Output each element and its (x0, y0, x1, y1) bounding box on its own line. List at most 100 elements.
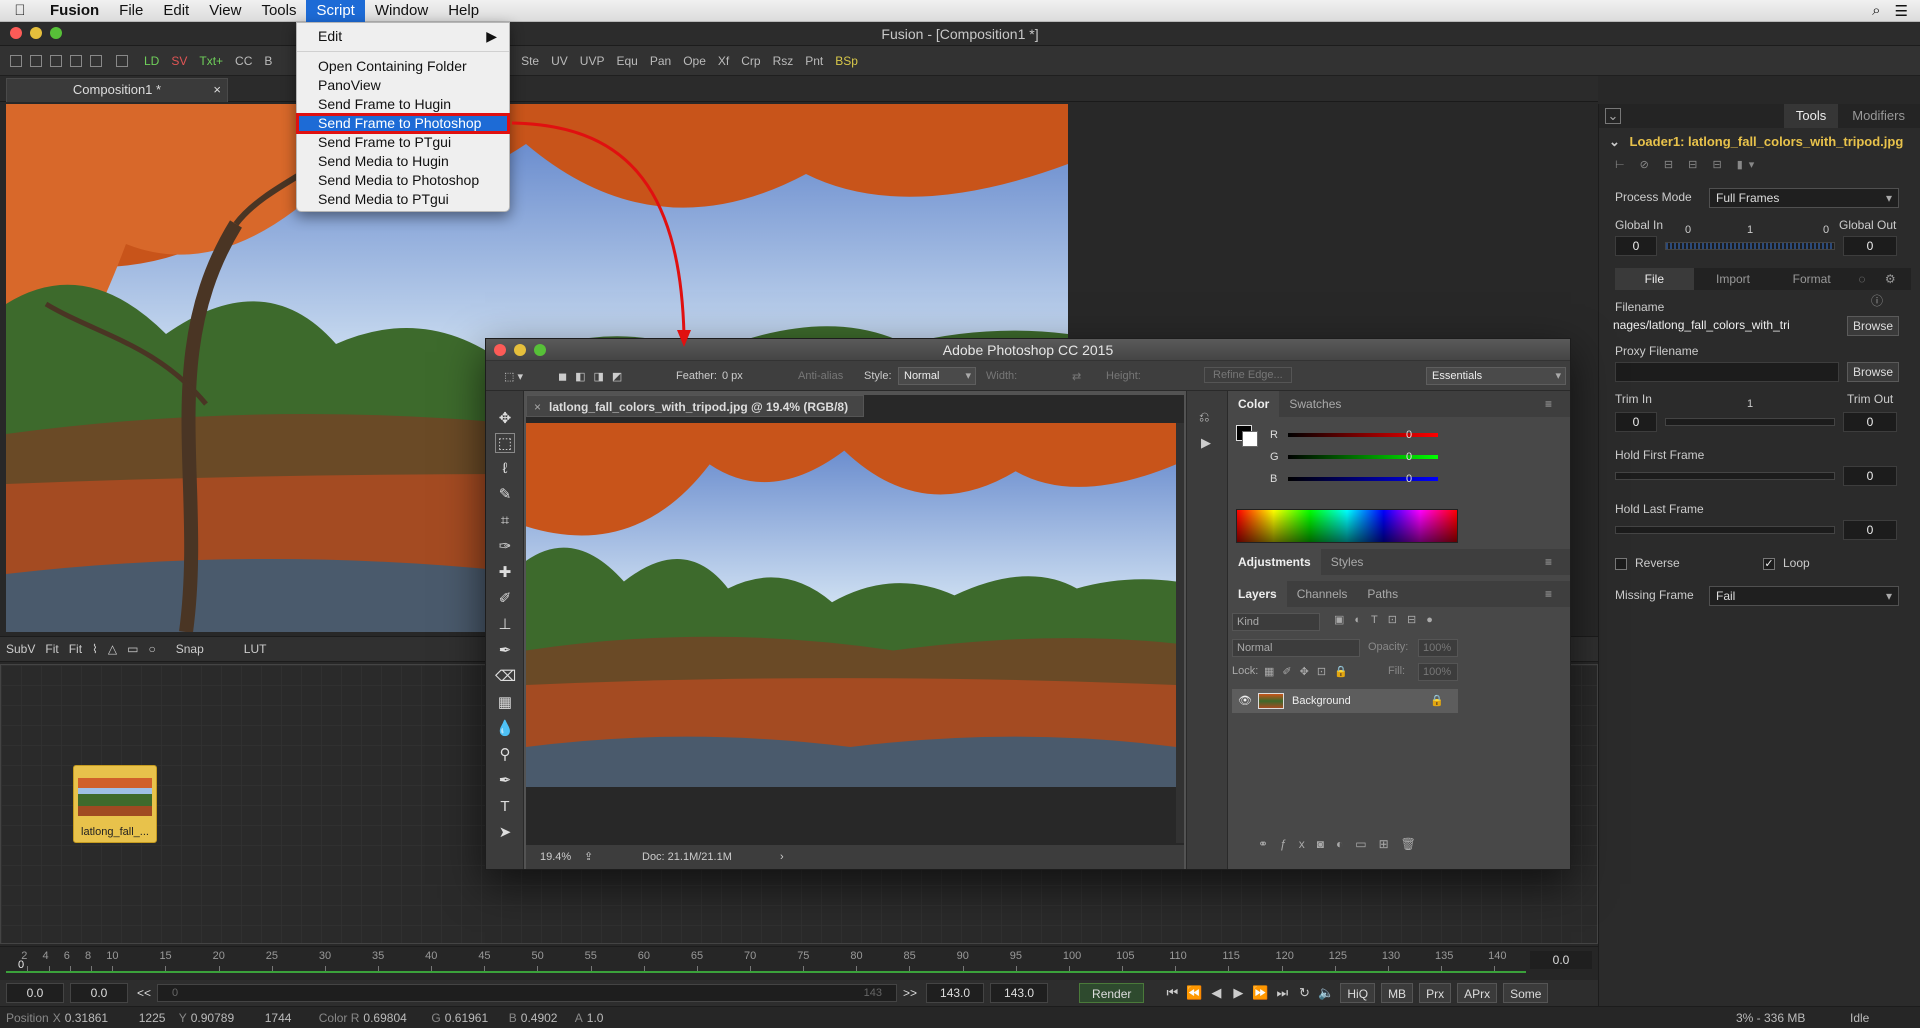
brush-tool-icon[interactable]: ✐ (495, 589, 515, 609)
tab-modifiers[interactable]: Modifiers (1840, 104, 1917, 128)
tab-tools[interactable]: Tools (1783, 104, 1839, 128)
refine-edge-button[interactable]: Refine Edge... (1204, 367, 1292, 383)
polygon-icon[interactable]: △ (108, 642, 117, 656)
move-tool-icon[interactable]: ✥ (495, 409, 515, 429)
gradient-tool-icon[interactable]: ▦ (495, 693, 515, 713)
marquee-preset-icon[interactable]: ⬚ ▾ (504, 370, 523, 383)
range-slider[interactable]: 0 143 (157, 984, 898, 1002)
global-out-field[interactable]: 0 (1843, 236, 1897, 256)
workspace-select[interactable]: Essentials (1426, 367, 1566, 385)
trim-range-slider[interactable] (1665, 418, 1835, 426)
timeline[interactable]: 0 2 4 6 8 10 15 20 25 30 35 40 45 50 55 60 65 70 75 80 85 90… (0, 946, 1598, 980)
hiq-button[interactable]: HiQ (1340, 983, 1376, 1003)
tool-b[interactable]: B (258, 54, 278, 68)
rect-icon[interactable]: ▭ (127, 642, 138, 656)
lasso-tool-icon[interactable]: ℓ (495, 459, 515, 479)
menu-window[interactable]: Window (365, 0, 438, 22)
g-slider[interactable] (1288, 455, 1438, 459)
render-start-field[interactable]: 0.0 (70, 983, 128, 1003)
style-select[interactable]: Normal (898, 367, 976, 385)
quick-select-icon[interactable]: ✎ (495, 485, 515, 505)
feather-field[interactable]: 0 px (722, 370, 743, 382)
fill-field[interactable]: 100% (1418, 663, 1458, 681)
antialias-checkbox[interactable]: Anti-alias (798, 370, 843, 382)
menu-item-panoview[interactable]: PanoView (297, 76, 509, 95)
global-in-field[interactable]: 0 (1615, 236, 1657, 256)
eraser-icon[interactable]: ⌫ (495, 667, 516, 687)
minimize-window-icon[interactable] (30, 27, 42, 39)
tab-channels[interactable]: Channels (1287, 581, 1358, 607)
b-slider[interactable] (1288, 477, 1438, 481)
ps-minimize-icon[interactable] (514, 344, 526, 356)
dodge-tool-icon[interactable]: ⚲ (495, 745, 515, 765)
lut-button[interactable]: LUT (244, 642, 267, 656)
settings-icon[interactable]: ◌ ⚙ ⓘ (1851, 268, 1911, 308)
layer-footer-icons[interactable]: ⚭ƒx◙◐▭⊞🗑 (1258, 837, 1428, 851)
layout-icon[interactable] (50, 54, 62, 67)
opacity-field[interactable]: 100% (1418, 639, 1458, 657)
r-slider[interactable] (1288, 433, 1438, 437)
menu-item-send-frame-photoshop[interactable]: Send Frame to Photoshop (296, 113, 510, 134)
tool-bsp[interactable]: BSp (829, 54, 864, 68)
history-brush-icon[interactable]: ✒ (495, 641, 515, 661)
play-reverse-icon[interactable]: ◀ (1205, 985, 1227, 1001)
time-ruler[interactable]: 0 2 4 6 8 10 15 20 25 30 35 40 45 50 55 60 65 70 75 80 85 90… (6, 947, 1526, 971)
menu-file[interactable]: File (109, 0, 153, 22)
eyedropper-icon[interactable]: ✑ (495, 537, 515, 557)
some-button[interactable]: Some (1503, 983, 1549, 1003)
render-button[interactable]: Render (1079, 983, 1145, 1003)
type-tool-icon[interactable]: T (495, 797, 515, 817)
menu-item-edit[interactable]: Edit ▶ (297, 27, 509, 46)
blur-tool-icon[interactable]: 💧 (495, 719, 515, 739)
export-icon[interactable]: ⇪ (584, 845, 593, 869)
prx-button[interactable]: Prx (1419, 983, 1452, 1003)
actions-play-icon[interactable]: ▶ (1201, 435, 1211, 451)
tool-uvp[interactable]: UVP (574, 54, 611, 68)
tool-ste[interactable]: Ste (515, 54, 545, 68)
reverse-checkbox[interactable]: Reverse (1615, 556, 1680, 570)
layout-icon[interactable] (90, 54, 102, 67)
close-tab-icon[interactable]: × (213, 79, 221, 101)
layer-kind-filter[interactable]: Kind (1232, 613, 1320, 631)
zoom-level[interactable]: 19.4% (540, 845, 571, 869)
menu-item-send-frame-ptgui[interactable]: Send Frame to PTgui (297, 133, 509, 152)
range-left-button[interactable]: << (137, 986, 151, 1000)
close-window-icon[interactable] (10, 27, 22, 39)
subtab-import[interactable]: Import (1694, 268, 1773, 290)
current-time-field[interactable]: 0.0 (1530, 951, 1592, 969)
layer-row-background[interactable]: 👁 Background 🔒 (1232, 689, 1458, 713)
stamp-tool-icon[interactable]: ⊥ (495, 615, 515, 635)
menu-tools[interactable]: Tools (251, 0, 306, 22)
proxy-filename-field[interactable] (1615, 362, 1839, 382)
tab-layers[interactable]: Layers (1228, 581, 1287, 607)
tool-rsz[interactable]: Rsz (767, 54, 800, 68)
hold-first-field[interactable]: 0 (1843, 466, 1897, 486)
filename-field[interactable]: nages/latlong_fall_colors_with_tripod.jp… (1613, 318, 1789, 332)
b-value[interactable]: 0 (1406, 473, 1412, 485)
close-doc-icon[interactable]: × (534, 396, 541, 418)
global-range-slider[interactable] (1665, 242, 1835, 250)
tool-header-icons[interactable]: ⊢ ⊘ ⊟ ⊟ ⊟ ▮▾ (1615, 158, 1760, 171)
tool-ld[interactable]: LD (138, 54, 165, 68)
menu-item-send-media-hugin[interactable]: Send Media to Hugin (297, 152, 509, 171)
visibility-eye-icon[interactable]: 👁 (1238, 689, 1252, 713)
tool-cc[interactable]: CC (229, 54, 258, 68)
path-select-icon[interactable]: ➤ (495, 823, 515, 843)
snap-button[interactable]: Snap (176, 642, 204, 656)
global-end-field[interactable]: 143.0 (990, 983, 1049, 1003)
r-value[interactable]: 0 (1406, 429, 1412, 441)
fit-button-2[interactable]: Fit (69, 642, 82, 656)
layout-icon[interactable] (70, 54, 82, 67)
tab-styles[interactable]: Styles (1321, 549, 1374, 575)
tool-equ[interactable]: Equ (610, 54, 643, 68)
tab-adjustments[interactable]: Adjustments (1228, 549, 1321, 575)
background-color-swatch[interactable] (1242, 431, 1258, 447)
menu-item-send-frame-hugin[interactable]: Send Frame to Hugin (297, 95, 509, 114)
g-value[interactable]: 0 (1406, 451, 1412, 463)
apple-menu-icon[interactable]:  (0, 2, 40, 19)
pen-tool-icon[interactable]: ✒ (495, 771, 515, 791)
tab-composition1[interactable]: Composition1 * × (6, 78, 228, 102)
blend-mode-select[interactable]: Normal (1232, 639, 1360, 657)
subview-button[interactable]: SubV (6, 642, 35, 656)
render-end-field[interactable]: 143.0 (926, 983, 985, 1003)
